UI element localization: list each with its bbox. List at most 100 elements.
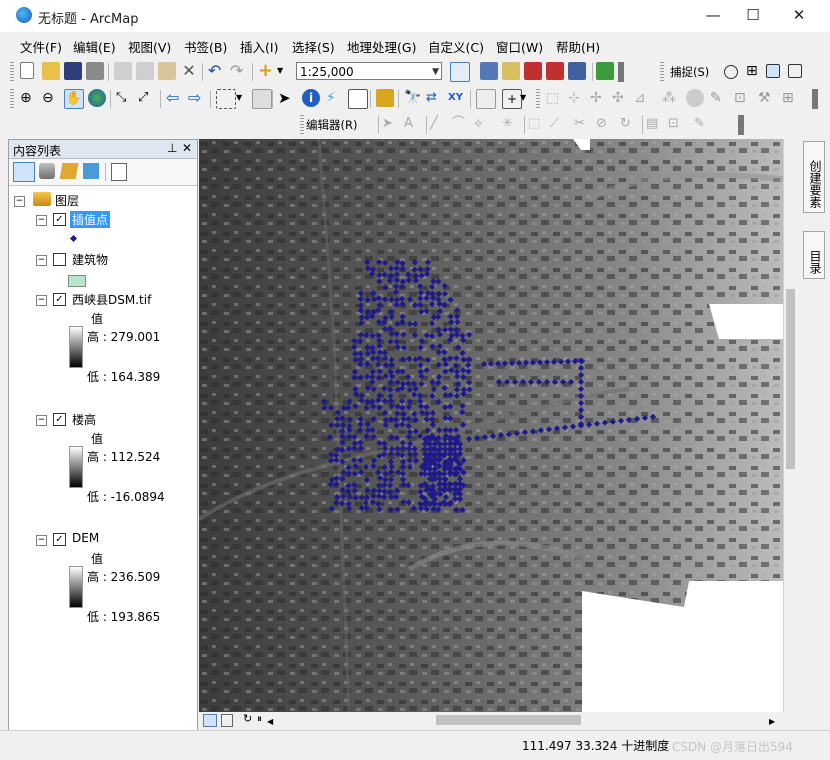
go-to-xy-icon[interactable]: XY [448, 89, 466, 107]
layer-visibility-checkbox[interactable] [53, 253, 66, 266]
undo-icon[interactable]: ↶ [208, 62, 226, 80]
find-route-icon[interactable]: ⇄ [426, 89, 444, 107]
layer-name[interactable]: 西峡县DSM.tif [72, 291, 151, 308]
catalog-tab[interactable]: 目录 [803, 231, 825, 279]
collapse-icon[interactable]: − [36, 535, 47, 546]
toolbar-grip[interactable] [618, 62, 624, 82]
collapse-icon[interactable]: − [36, 415, 47, 426]
color-ramp[interactable] [69, 446, 83, 488]
menu-selection[interactable]: 选择(S) [292, 37, 335, 56]
map-canvas[interactable] [199, 139, 783, 712]
menu-view[interactable]: 视图(V) [128, 37, 171, 56]
layer-name[interactable]: 楼高 [72, 411, 96, 428]
menu-insert[interactable]: 插入(I) [240, 37, 278, 56]
options-icon[interactable] [111, 163, 127, 181]
toolbar-grip[interactable] [812, 89, 818, 109]
snapping-menu[interactable]: 捕捉(S) [670, 64, 709, 80]
editor-toolbar-icon[interactable] [450, 62, 470, 82]
layer-name[interactable]: 建筑物 [72, 251, 108, 268]
horizontal-scrollbar[interactable]: ◀ ▶ [261, 713, 783, 727]
model-builder-icon[interactable] [596, 62, 614, 80]
maximize-button[interactable]: ☐ [730, 0, 776, 32]
arctoolbox-icon[interactable] [546, 62, 564, 80]
toolbar-grip[interactable] [738, 115, 744, 135]
menu-edit[interactable]: 编辑(E) [73, 37, 116, 56]
chevron-down-icon[interactable]: ▼ [236, 89, 246, 107]
cut-icon[interactable] [114, 62, 132, 80]
create-viewer-icon[interactable]: + [502, 89, 522, 109]
layer-visibility-checkbox[interactable]: ✓ [53, 413, 66, 426]
zoom-in-icon[interactable]: ⊕ [20, 89, 38, 107]
table-window-icon[interactable] [480, 62, 498, 80]
find-icon[interactable]: 🔭 [404, 89, 422, 107]
fixed-zoom-in-icon[interactable]: ⤡ [116, 89, 134, 107]
layer-visibility-checkbox[interactable]: ✓ [53, 533, 66, 546]
menu-bookmarks[interactable]: 书签(B) [184, 37, 227, 56]
collapse-icon[interactable]: − [36, 295, 47, 306]
collapse-icon[interactable]: − [36, 255, 47, 266]
copy-icon[interactable] [136, 62, 154, 80]
select-elements-icon[interactable]: ➤ [278, 89, 296, 107]
layer-name[interactable]: 插值点 [70, 211, 111, 228]
polygon-symbol-icon[interactable] [68, 275, 86, 287]
clear-selection-icon[interactable] [252, 89, 272, 109]
add-data-dropdown-icon[interactable]: ▼ [277, 62, 287, 80]
close-window-button[interactable]: ✕ [776, 0, 822, 32]
time-slider-icon[interactable] [476, 89, 496, 109]
back-extent-icon[interactable]: ⇦ [166, 89, 184, 107]
scroll-thumb[interactable] [786, 289, 795, 469]
pin-icon[interactable]: ⊥ [167, 141, 177, 155]
layer-visibility-checkbox[interactable]: ✓ [53, 293, 66, 306]
map-scale-select[interactable]: 1:25,000 ▼ [296, 62, 442, 80]
globe-icon[interactable] [88, 89, 106, 107]
scroll-thumb[interactable] [436, 715, 581, 725]
toolbar-grip[interactable] [10, 89, 14, 109]
zoom-out-icon[interactable]: ⊖ [42, 89, 60, 107]
collapse-icon[interactable]: − [14, 196, 25, 207]
vertex-snap-icon[interactable] [766, 64, 780, 78]
hyperlink-icon[interactable]: ⚡ [326, 89, 344, 107]
new-icon[interactable] [20, 62, 34, 79]
refresh-icon[interactable]: ↻ [243, 712, 252, 725]
catalog-icon[interactable] [502, 62, 520, 80]
point-symbol-icon[interactable] [69, 234, 78, 243]
list-by-drawing-order-icon[interactable] [13, 162, 35, 182]
toolbar-grip[interactable] [300, 115, 304, 135]
menu-help[interactable]: 帮助(H) [556, 37, 600, 56]
paste-icon[interactable] [158, 62, 176, 80]
print-icon[interactable] [86, 62, 104, 80]
point-snap-icon[interactable] [724, 65, 738, 79]
map-display[interactable] [199, 139, 783, 712]
toolbar-grip[interactable] [10, 62, 14, 82]
forward-extent-icon[interactable]: ⇨ [188, 89, 206, 107]
pan-icon[interactable]: ✋ [64, 89, 84, 109]
menu-customize[interactable]: 自定义(C) [428, 37, 484, 56]
open-icon[interactable] [42, 62, 60, 80]
toolbar-grip[interactable] [536, 89, 540, 109]
list-by-selection-icon[interactable] [83, 163, 99, 179]
layer-name[interactable]: DEM [72, 531, 99, 545]
close-icon[interactable]: ✕ [182, 141, 192, 155]
menu-geoprocessing[interactable]: 地理处理(G) [347, 37, 416, 56]
chevron-down-icon[interactable]: ▼ [520, 89, 530, 107]
data-view-icon[interactable] [203, 714, 217, 727]
create-features-tab[interactable]: 创建要素 [803, 141, 825, 213]
add-data-icon[interactable]: + [258, 62, 276, 80]
identify-icon[interactable]: i [302, 89, 320, 107]
layout-view-icon[interactable] [221, 714, 233, 727]
data-frame-label[interactable]: 图层 [55, 192, 79, 209]
color-ramp[interactable] [69, 326, 83, 368]
save-icon[interactable] [64, 62, 82, 80]
menu-file[interactable]: 文件(F) [20, 37, 62, 56]
layer-visibility-checkbox[interactable]: ✓ [53, 213, 66, 226]
vertical-scrollbar[interactable] [783, 139, 798, 712]
delete-icon[interactable]: ✕ [180, 62, 198, 80]
edge-snap-icon[interactable] [788, 64, 802, 78]
toolbar-grip[interactable] [660, 62, 664, 82]
list-by-visibility-icon[interactable] [59, 163, 79, 179]
redo-icon[interactable]: ↷ [230, 62, 248, 80]
list-by-source-icon[interactable] [39, 163, 55, 179]
collapse-icon[interactable]: − [36, 215, 47, 226]
html-popup-icon[interactable] [348, 89, 368, 109]
select-features-icon[interactable] [216, 89, 236, 109]
